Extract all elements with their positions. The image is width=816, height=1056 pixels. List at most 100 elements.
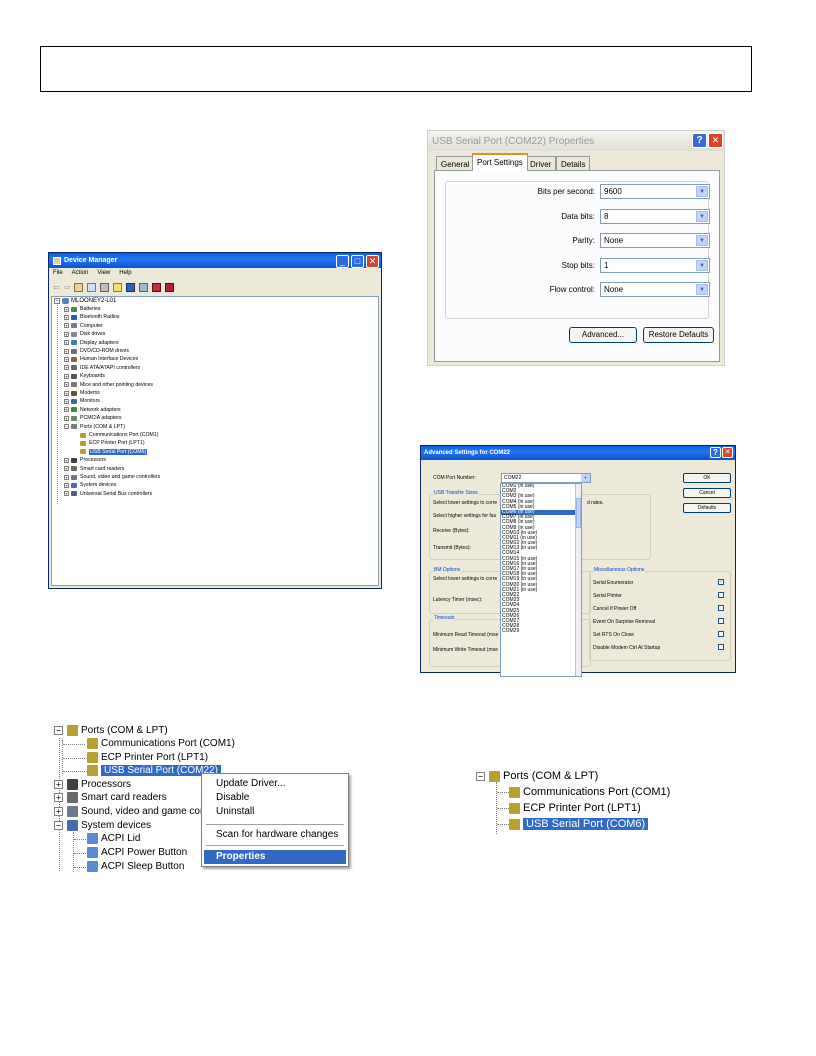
restore-defaults-button[interactable]: Restore Defaults [643, 327, 714, 343]
misc-option-checkbox[interactable]: ✓ [718, 579, 724, 585]
device-category[interactable]: + System devices [64, 482, 116, 488]
expand-icon[interactable]: + [64, 365, 69, 371]
device-category[interactable]: + Processors [54, 779, 131, 790]
expand-icon[interactable]: + [64, 482, 69, 488]
collapse-icon[interactable]: − [64, 424, 69, 430]
device-category[interactable]: + Computer [64, 323, 103, 329]
scrollbar[interactable] [575, 484, 581, 676]
expand-icon[interactable]: + [64, 373, 69, 379]
device-category[interactable]: + Smart card readers [64, 466, 124, 472]
device-category[interactable]: + Sound, video and game controllers [64, 474, 160, 480]
device-category[interactable]: − System devices [54, 820, 151, 831]
expand-icon[interactable]: + [64, 474, 69, 480]
back-icon[interactable]: ⇦ [53, 283, 60, 292]
device-category[interactable]: + Monitors [64, 398, 100, 404]
uninstall-icon[interactable] [152, 282, 162, 292]
device-category[interactable]: + DVD/CD-ROM drives [64, 348, 129, 354]
device-category[interactable]: + Network adapters [64, 407, 121, 413]
misc-option-checkbox[interactable] [718, 592, 724, 598]
expand-icon[interactable]: + [64, 415, 69, 421]
port-device[interactable]: USB Serial Port (COM6) [80, 448, 148, 455]
tree-root[interactable]: − MLOONEY2-L01 [54, 298, 116, 304]
data-bits-select[interactable]: 8 ▼ [600, 208, 710, 224]
port-device[interactable]: Communications Port (COM1) [87, 738, 235, 749]
collapse-icon[interactable]: − [54, 821, 63, 830]
menu-update-driver[interactable]: Update Driver... [204, 777, 346, 791]
expand-icon[interactable]: + [64, 306, 69, 312]
device-category[interactable]: + Modems [64, 390, 100, 396]
device-category[interactable]: + Disk drives [64, 331, 105, 337]
expand-icon[interactable]: + [64, 314, 69, 320]
tab-port-settings[interactable]: Port Settings [472, 153, 528, 171]
menu-help[interactable]: Help [119, 270, 131, 276]
device-category[interactable]: + PCMCIA adapters [64, 415, 122, 421]
minimize-button[interactable]: _ [336, 255, 349, 268]
ok-button[interactable]: OK [683, 473, 731, 483]
device-category[interactable]: + Bluetooth Radios [64, 314, 120, 320]
system-device[interactable]: ACPI Lid [87, 833, 140, 844]
disable-icon[interactable] [165, 282, 175, 292]
misc-option-checkbox[interactable] [718, 631, 724, 637]
device-category[interactable]: + Display adapters [64, 340, 119, 346]
expand-icon[interactable]: + [64, 466, 69, 472]
up-icon[interactable] [74, 282, 84, 292]
expand-icon[interactable]: + [64, 491, 69, 497]
port-device[interactable]: ECP Printer Port (LPT1) [80, 440, 145, 446]
maximize-button[interactable]: □ [351, 255, 364, 268]
expand-icon[interactable]: + [54, 780, 63, 789]
port-device[interactable]: USB Serial Port (COM6) [509, 818, 649, 830]
device-category[interactable]: + Keyboards [64, 373, 105, 379]
device-category[interactable]: + Universal Serial Bus controllers [64, 491, 152, 497]
help-button[interactable]: ? [710, 447, 721, 458]
chevron-down-icon[interactable]: ▼ [696, 235, 708, 246]
com-list-item[interactable]: COM29 [501, 629, 581, 634]
misc-option-checkbox[interactable] [718, 605, 724, 611]
help-button[interactable]: ? [692, 133, 707, 148]
expand-icon[interactable]: + [64, 390, 69, 396]
system-device[interactable]: ACPI Sleep Button [87, 861, 184, 872]
tree-ports[interactable]: − Ports (COM & LPT) [54, 725, 168, 736]
scan-icon[interactable] [126, 282, 136, 292]
expand-icon[interactable]: + [64, 356, 69, 362]
device-category[interactable]: + Batteries [64, 306, 100, 312]
close-button[interactable]: ✕ [366, 255, 379, 268]
collapse-icon[interactable]: − [476, 771, 485, 781]
help-icon[interactable] [113, 282, 123, 292]
bits-per-second-select[interactable]: 9600 ▼ [600, 184, 710, 199]
defaults-button[interactable]: Defaults [683, 503, 731, 513]
parity-select[interactable]: None ▼ [600, 233, 710, 248]
port-device[interactable]: ECP Printer Port (LPT1) [87, 752, 208, 763]
cancel-button[interactable]: Cancel [683, 488, 731, 498]
tree-ports[interactable]: − Ports (COM & LPT) [476, 770, 598, 782]
chevron-down-icon[interactable]: ▼ [581, 474, 590, 482]
menu-file[interactable]: File [53, 270, 63, 276]
port-device[interactable]: ECP Printer Port (LPT1) [509, 802, 641, 814]
menu-properties[interactable]: Properties [204, 850, 346, 864]
device-category[interactable]: + Sound, video and game con [54, 806, 206, 817]
device-category[interactable]: − Ports (COM & LPT) [64, 424, 125, 430]
menu-view[interactable]: View [97, 270, 110, 276]
chevron-down-icon[interactable]: ▼ [696, 186, 708, 197]
device-category[interactable]: + IDE ATA/ATAPI controllers [64, 365, 140, 371]
chevron-down-icon[interactable]: ▼ [696, 259, 708, 271]
device-category[interactable]: + Mice and other pointing devices [64, 382, 153, 388]
menu-action[interactable]: Action [72, 270, 89, 276]
collapse-icon[interactable]: − [54, 726, 63, 735]
properties-icon[interactable] [87, 282, 97, 292]
expand-icon[interactable]: + [64, 331, 69, 337]
device-category[interactable]: + Human Interface Devices [64, 356, 138, 362]
close-button[interactable]: ✕ [708, 133, 723, 148]
close-button[interactable]: ✕ [722, 447, 733, 458]
forward-icon[interactable]: ⇨ [64, 283, 71, 292]
com-port-dropdown-list[interactable]: COM1 (in use) COM2 COM3 (in use) COM4 (in u… [500, 483, 582, 677]
expand-icon[interactable]: + [64, 407, 69, 413]
menu-disable[interactable]: Disable [204, 791, 346, 805]
update-icon[interactable] [139, 282, 149, 292]
misc-option-checkbox[interactable] [718, 618, 724, 624]
menu-scan-hardware[interactable]: Scan for hardware changes [204, 828, 346, 842]
com-port-select[interactable]: COM22 ▼ [501, 473, 591, 483]
expand-icon[interactable]: + [64, 323, 69, 329]
expand-icon[interactable]: + [64, 382, 69, 388]
flow-control-select[interactable]: None ▼ [600, 282, 710, 297]
device-category[interactable]: + Processors [64, 457, 106, 463]
